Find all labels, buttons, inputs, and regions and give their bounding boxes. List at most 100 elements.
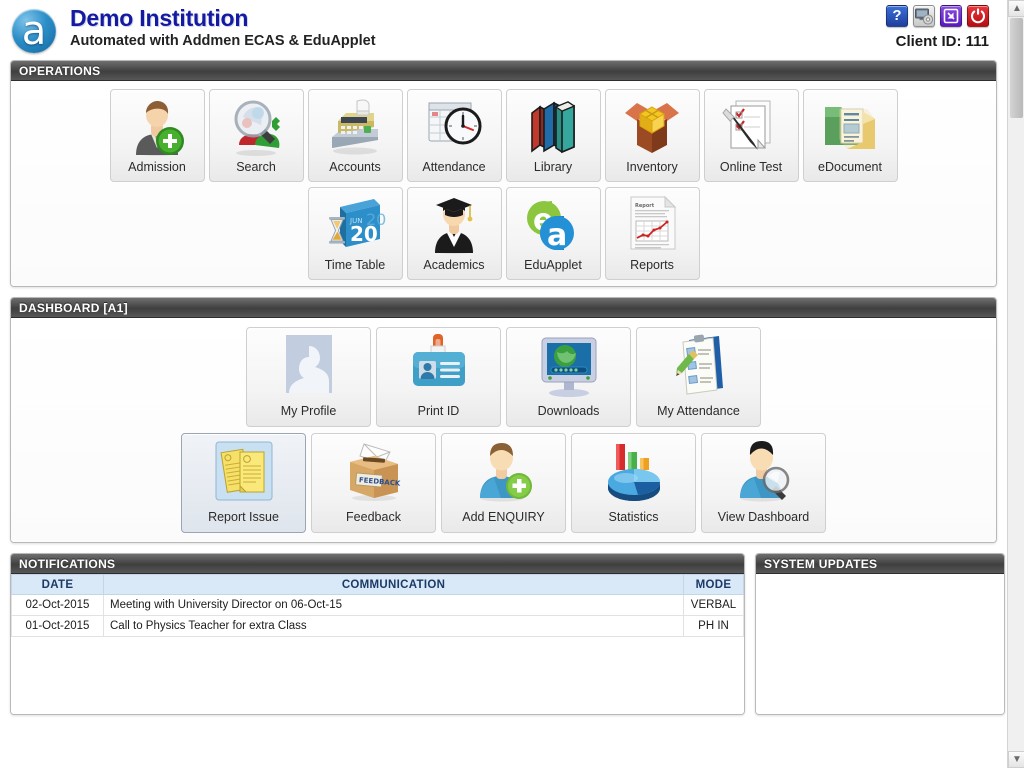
checklist-pen-icon — [705, 90, 798, 160]
tile-time-table[interactable]: JUN 20 20 Time Table — [307, 187, 403, 280]
bottom-section: NOTIFICATIONS DATE COMMUNICATION MODE 02… — [0, 553, 1007, 715]
tile-attendance[interactable]: Attendance — [406, 89, 502, 182]
tile-feedback[interactable]: FEEDBACK Feedback — [311, 433, 436, 533]
folder-document-icon — [804, 90, 897, 160]
header-right: Client ID: 111 — [886, 5, 989, 50]
dashboard-row-2: Report Issue FEEDBACK Feedback Add ENQUI… — [11, 433, 996, 533]
notifications-panel-title: NOTIFICATIONS — [11, 554, 744, 574]
user-plus-icon — [442, 434, 565, 510]
tile-search[interactable]: Search — [208, 89, 304, 182]
scrollbar-thumb[interactable] — [1010, 18, 1023, 118]
tile-online-test[interactable]: Online Test — [703, 89, 799, 182]
monitor-globe-icon — [507, 328, 630, 404]
tile-view-dashboard[interactable]: View Dashboard — [701, 433, 826, 533]
application-window: a Demo Institution Automated with Addmen… — [0, 0, 1024, 768]
svg-text:20: 20 — [366, 210, 386, 229]
dashboard-panel: DASHBOARD [A1] My Profile Print ID Downl… — [10, 297, 997, 543]
tile-print-id[interactable]: Print ID — [376, 327, 501, 427]
tile-reports[interactable]: Report Reports — [604, 187, 700, 280]
avatar-placeholder-icon — [247, 328, 370, 404]
page-header: a Demo Institution Automated with Addmen… — [0, 0, 1007, 60]
institution-subtitle: Automated with Addmen ECAS & EduApplet — [70, 33, 376, 49]
page-scrollbar[interactable]: ▲ ▼ — [1007, 0, 1024, 768]
tile-label: Add ENQUIRY — [462, 510, 545, 524]
tile-label: Feedback — [346, 510, 401, 524]
power-icon[interactable] — [967, 5, 989, 27]
operations-row-2: JUN 20 20 Time Table Academics e a EduAp… — [11, 187, 996, 280]
column-header-date[interactable]: DATE — [11, 574, 104, 595]
tile-label: eDocument — [818, 160, 882, 174]
scroll-down-arrow-icon[interactable]: ▼ — [1008, 751, 1024, 768]
user-magnifier-icon — [702, 434, 825, 510]
tile-label: My Attendance — [657, 404, 740, 418]
tile-eduapplet[interactable]: e a EduApplet — [505, 187, 601, 280]
tile-academics[interactable]: Academics — [406, 187, 502, 280]
notifications-table: DATE COMMUNICATION MODE 02-Oct-2015 Meet… — [11, 574, 744, 637]
tile-my-attendance[interactable]: My Attendance — [636, 327, 761, 427]
id-badge-icon — [377, 328, 500, 404]
tile-accounts[interactable]: Accounts — [307, 89, 403, 182]
cell-mode: VERBAL — [683, 594, 744, 616]
cell-date: 02-Oct-2015 — [11, 594, 104, 616]
cell-communication: Call to Physics Teacher for extra Class — [103, 615, 684, 637]
dashboard-row-1: My Profile Print ID Downloads My Attenda… — [11, 327, 996, 427]
table-row[interactable]: 02-Oct-2015 Meeting with University Dire… — [11, 594, 744, 616]
system-updates-panel-title: SYSTEM UPDATES — [756, 554, 1004, 574]
svg-text:a: a — [547, 218, 567, 253]
tile-report-issue[interactable]: Report Issue — [181, 433, 306, 533]
dashboard-panel-title: DASHBOARD [A1] — [11, 298, 996, 318]
clipboard-pencil-icon — [637, 328, 760, 404]
tile-downloads[interactable]: Downloads — [506, 327, 631, 427]
tile-add-enquiry[interactable]: Add ENQUIRY — [441, 433, 566, 533]
user-add-icon — [111, 90, 204, 160]
operations-panel-body: Admission Search Accounts Attendance Lib… — [11, 81, 996, 286]
tile-label: Downloads — [537, 404, 600, 418]
scroll-up-arrow-icon[interactable]: ▲ — [1008, 0, 1024, 17]
tile-label: My Profile — [280, 404, 337, 418]
logout-icon[interactable] — [940, 5, 962, 27]
settings-icon[interactable] — [913, 5, 935, 27]
scroll-up-glyph: ▲ — [1012, 3, 1022, 14]
institution-name: Demo Institution — [70, 5, 249, 31]
tile-label: Admission — [128, 160, 186, 174]
tile-label: Academics — [423, 258, 485, 272]
ea-logo-icon: e a — [507, 188, 600, 258]
tile-my-profile[interactable]: My Profile — [246, 327, 371, 427]
tile-admission[interactable]: Admission — [109, 89, 205, 182]
column-header-communication[interactable]: COMMUNICATION — [103, 574, 684, 595]
operations-row-1: Admission Search Accounts Attendance Lib… — [11, 89, 996, 182]
tile-label: EduApplet — [524, 258, 582, 272]
column-header-mode[interactable]: MODE — [683, 574, 744, 595]
pie-bar-chart-icon — [572, 434, 695, 510]
tile-edocument[interactable]: eDocument — [802, 89, 898, 182]
tile-library[interactable]: Library — [505, 89, 601, 182]
tile-label: Time Table — [324, 258, 386, 272]
tile-label: Inventory — [626, 160, 678, 174]
system-updates-wrapper: SYSTEM UPDATES — [755, 553, 1005, 715]
help-icon[interactable] — [886, 5, 908, 27]
client-id-label: Client ID: 111 — [895, 33, 989, 50]
tile-label: Attendance — [422, 160, 486, 174]
tile-label: Accounts — [329, 160, 381, 174]
open-box-icon — [606, 90, 699, 160]
scroll-down-glyph: ▼ — [1012, 754, 1022, 765]
dashboard-panel-body: My Profile Print ID Downloads My Attenda… — [11, 318, 996, 542]
documents-icon — [182, 434, 305, 510]
tile-inventory[interactable]: Inventory — [604, 89, 700, 182]
page-content: a Demo Institution Automated with Addmen… — [0, 0, 1007, 715]
notifications-body: DATE COMMUNICATION MODE 02-Oct-2015 Meet… — [11, 574, 744, 714]
tile-label: Online Test — [719, 160, 783, 174]
tile-statistics[interactable]: Statistics — [571, 433, 696, 533]
tile-label: Search — [236, 160, 276, 174]
tile-label: View Dashboard — [717, 510, 810, 524]
operations-panel: OPERATIONS Admission Search Accounts Att… — [10, 60, 997, 287]
cell-communication: Meeting with University Director on 06-O… — [103, 594, 684, 616]
tile-label: Statistics — [608, 510, 659, 524]
table-row[interactable]: 01-Oct-2015 Call to Physics Teacher for … — [11, 615, 744, 637]
books-icon — [507, 90, 600, 160]
brand-logo: a — [12, 8, 56, 54]
header-icon-bar — [886, 5, 989, 27]
graduate-icon — [408, 188, 501, 258]
cell-mode: PH IN — [683, 615, 744, 637]
notifications-wrapper: NOTIFICATIONS DATE COMMUNICATION MODE 02… — [10, 553, 745, 715]
